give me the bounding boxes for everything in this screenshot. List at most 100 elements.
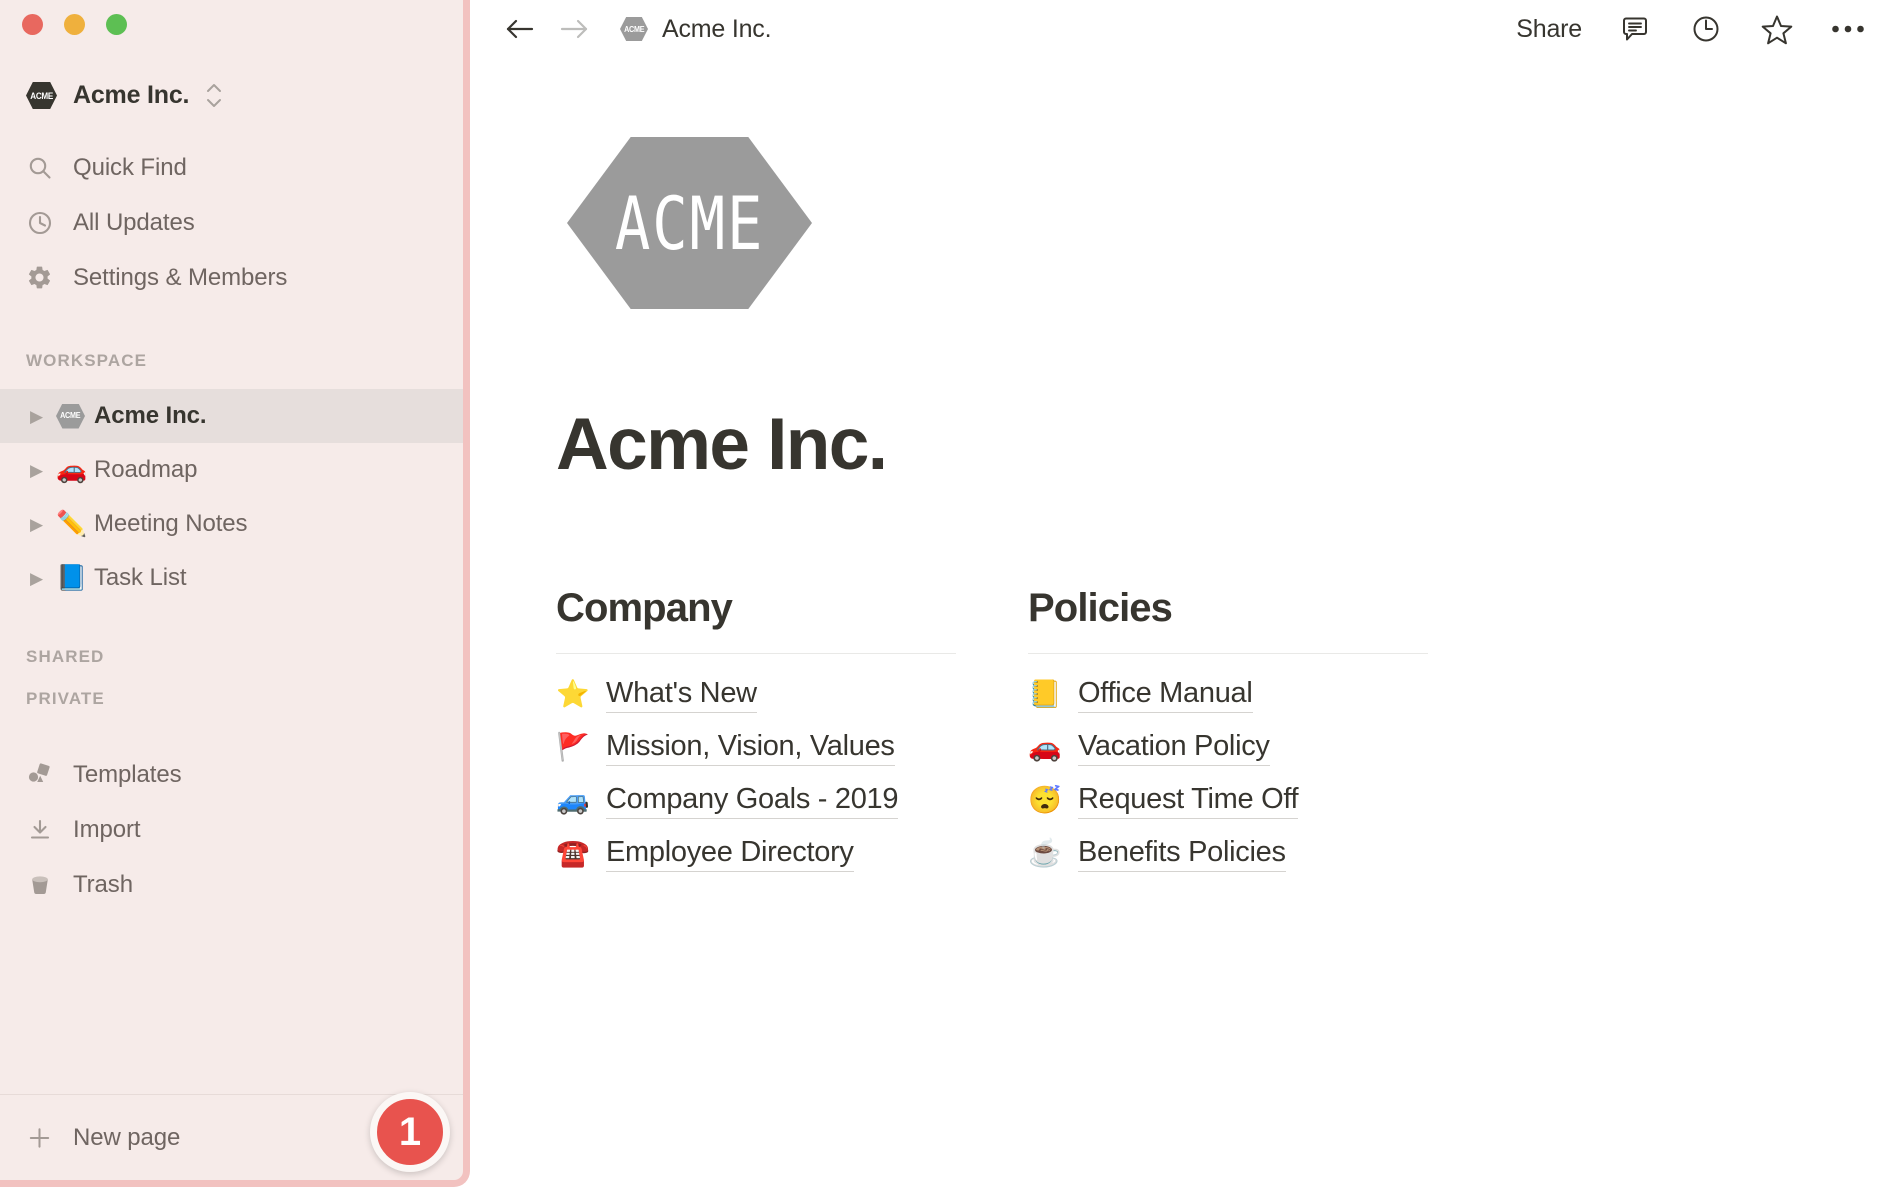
- plus-icon: [26, 1124, 53, 1151]
- chevron-updown-icon: [205, 83, 223, 108]
- star-emoji-icon: ⭐: [556, 679, 590, 709]
- page-cover-logo: ACME: [567, 137, 812, 309]
- sidebar-page-label: Acme Inc.: [94, 402, 207, 429]
- expand-triangle-icon[interactable]: ▶: [30, 462, 56, 479]
- coffee-emoji-icon: ☕: [1028, 838, 1062, 868]
- sidebar-item-label: Trash: [73, 870, 133, 898]
- page-link-employee-directory[interactable]: ☎️ Employee Directory: [556, 827, 956, 880]
- page-link-whats-new[interactable]: ⭐ What's New: [556, 668, 956, 721]
- section-header-private: PRIVATE: [26, 689, 105, 708]
- page-emoji-car: 🚗: [56, 455, 88, 484]
- page-title: Acme Inc.: [556, 404, 888, 485]
- flag-emoji-icon: 🚩: [556, 732, 590, 762]
- car-emoji-icon: 🚗: [1028, 732, 1062, 762]
- workspace-switcher[interactable]: ACME Acme Inc.: [26, 81, 223, 110]
- acme-logo-text: ACME: [623, 24, 645, 34]
- telephone-emoji-icon: ☎️: [556, 838, 590, 868]
- clock-icon: [26, 209, 53, 236]
- sidebar-page-task-list[interactable]: ▶ 📘 Task List: [0, 551, 463, 605]
- back-button[interactable]: [500, 9, 540, 49]
- sidebar: ACME Acme Inc. Quick Find All Updates Se…: [0, 0, 470, 1187]
- page-link-label: Employee Directory: [606, 836, 854, 872]
- workspace-name: Acme Inc.: [73, 81, 190, 109]
- page-link-label: Mission, Vision, Values: [606, 730, 895, 766]
- sidebar-utility-list: Templates Import Trash: [0, 747, 463, 912]
- star-icon[interactable]: [1759, 11, 1795, 47]
- sidebar-item-trash[interactable]: Trash: [0, 857, 463, 912]
- column-company: Company ⭐ What's New 🚩 Mission, Vision, …: [556, 586, 956, 880]
- sidebar-page-label: Roadmap: [94, 456, 198, 483]
- page-link-company-goals[interactable]: 🚙 Company Goals - 2019: [556, 774, 956, 827]
- car-emoji-icon: 🚙: [556, 785, 590, 815]
- sidebar-page-label: Task List: [94, 564, 187, 591]
- expand-triangle-icon[interactable]: ▶: [30, 408, 56, 425]
- page-logo-text: ACME: [614, 179, 765, 267]
- gear-icon: [26, 264, 53, 291]
- acme-logo-text: ACME: [30, 90, 53, 101]
- sidebar-item-all-updates[interactable]: All Updates: [0, 195, 463, 250]
- page-link-label: Office Manual: [1078, 677, 1253, 713]
- new-page-label: New page: [73, 1123, 181, 1151]
- sidebar-item-label: All Updates: [73, 208, 195, 236]
- column-heading: Policies: [1028, 586, 1428, 654]
- forward-button[interactable]: [554, 9, 594, 49]
- more-options-icon[interactable]: [1830, 11, 1866, 47]
- column-heading: Company: [556, 586, 956, 654]
- sidebar-item-quick-find[interactable]: Quick Find: [0, 140, 463, 195]
- page-icon-acme: ACME: [56, 403, 94, 429]
- templates-icon: [26, 761, 53, 788]
- sidebar-item-label: Templates: [73, 760, 182, 788]
- clock-history-icon[interactable]: [1688, 11, 1724, 47]
- breadcrumb-title: Acme Inc.: [662, 14, 772, 43]
- page-link-label: Request Time Off: [1078, 783, 1299, 819]
- expand-triangle-icon[interactable]: ▶: [30, 516, 56, 533]
- page-emoji-pencil: ✏️: [56, 509, 88, 538]
- sidebar-item-templates[interactable]: Templates: [0, 747, 463, 802]
- page-link-office-manual[interactable]: 📒 Office Manual: [1028, 668, 1428, 721]
- sidebar-item-settings-members[interactable]: Settings & Members: [0, 250, 463, 305]
- sidebar-page-meeting-notes[interactable]: ▶ ✏️ Meeting Notes: [0, 497, 463, 551]
- top-toolbar: ACME Acme Inc. Share: [470, 0, 1900, 58]
- acme-logo-icon: ACME: [620, 17, 648, 41]
- section-header-shared: SHARED: [26, 647, 105, 666]
- import-icon: [26, 816, 53, 843]
- page-content: ACME Acme Inc. Company ⭐ What's New 🚩 Mi…: [470, 58, 1900, 1187]
- close-window-button[interactable]: [22, 14, 43, 35]
- notebook-emoji-icon: 📒: [1028, 679, 1062, 709]
- sidebar-item-label: Quick Find: [73, 153, 187, 181]
- maximize-window-button[interactable]: [106, 14, 127, 35]
- acme-logo-icon: ACME: [56, 403, 85, 429]
- page-link-benefits-policies[interactable]: ☕ Benefits Policies: [1028, 827, 1428, 880]
- breadcrumb[interactable]: ACME Acme Inc.: [620, 14, 772, 44]
- step-number-badge: 1: [370, 1092, 450, 1172]
- sidebar-page-roadmap[interactable]: ▶ 🚗 Roadmap: [0, 443, 463, 497]
- content-columns: Company ⭐ What's New 🚩 Mission, Vision, …: [556, 586, 1846, 880]
- comment-icon[interactable]: [1617, 11, 1653, 47]
- page-link-vacation-policy[interactable]: 🚗 Vacation Policy: [1028, 721, 1428, 774]
- page-link-label: Vacation Policy: [1078, 730, 1270, 766]
- sidebar-item-label: Import: [73, 815, 141, 843]
- column-policies: Policies 📒 Office Manual 🚗 Vacation Poli…: [1028, 586, 1428, 880]
- sidebar-page-acme-inc[interactable]: ▶ ACME Acme Inc.: [0, 389, 463, 443]
- sidebar-item-import[interactable]: Import: [0, 802, 463, 857]
- sidebar-nav-list: Quick Find All Updates Settings & Member…: [0, 140, 463, 912]
- page-link-request-time-off[interactable]: 😴 Request Time Off: [1028, 774, 1428, 827]
- link-list-company: ⭐ What's New 🚩 Mission, Vision, Values 🚙…: [556, 668, 956, 880]
- page-link-label: Company Goals - 2019: [606, 783, 899, 819]
- page-link-label: What's New: [606, 677, 757, 713]
- page-link-label: Benefits Policies: [1078, 836, 1286, 872]
- expand-triangle-icon[interactable]: ▶: [30, 570, 56, 587]
- sleeping-face-emoji-icon: 😴: [1028, 785, 1062, 815]
- trash-icon: [26, 871, 53, 898]
- sidebar-page-label: Meeting Notes: [94, 510, 248, 537]
- window-traffic-lights: [22, 14, 127, 35]
- share-button[interactable]: Share: [1516, 15, 1582, 44]
- app-window: ACME Acme Inc. Quick Find All Updates Se…: [0, 0, 1900, 1187]
- page-emoji-book: 📘: [56, 563, 88, 592]
- minimize-window-button[interactable]: [64, 14, 85, 35]
- search-icon: [26, 154, 53, 181]
- sidebar-item-label: Settings & Members: [73, 263, 288, 291]
- acme-logo-icon: ACME: [26, 82, 57, 109]
- page-link-mission-vision-values[interactable]: 🚩 Mission, Vision, Values: [556, 721, 956, 774]
- link-list-policies: 📒 Office Manual 🚗 Vacation Policy 😴 Requ…: [1028, 668, 1428, 880]
